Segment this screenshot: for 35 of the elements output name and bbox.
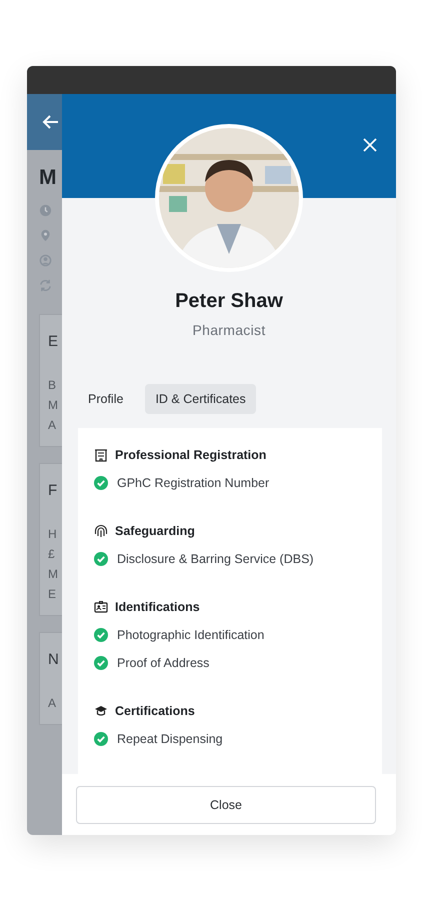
close-button[interactable]: Close xyxy=(76,786,376,824)
certificate-label: Photographic Identification xyxy=(117,628,264,642)
certificate-label: GPhC Registration Number xyxy=(117,476,270,490)
certificate-label: Disclosure & Barring Service (DBS) xyxy=(117,552,314,566)
card-heading: F xyxy=(48,481,58,501)
certificate-label: Proof of Address xyxy=(117,656,210,670)
graduation-cap-icon xyxy=(94,704,108,718)
user-circle-icon xyxy=(39,254,52,267)
card-text: E xyxy=(48,587,56,601)
card-text: B xyxy=(48,378,56,392)
close-icon[interactable] xyxy=(362,137,378,153)
section-title: Certifications xyxy=(115,704,195,718)
certificate-label: Repeat Dispensing xyxy=(117,732,223,746)
id-card-icon xyxy=(94,600,108,614)
card-text: M xyxy=(48,398,58,412)
card-text: A xyxy=(48,696,56,710)
profile-name: Peter Shaw xyxy=(175,290,283,313)
building-icon xyxy=(94,448,108,462)
page-title: M xyxy=(39,166,56,190)
location-pin-icon xyxy=(39,229,52,242)
tab[interactable]: ID & Certificates xyxy=(145,384,256,414)
section-title: Professional Registration xyxy=(115,448,266,462)
card-text: M xyxy=(48,567,58,581)
card-text: A xyxy=(48,418,56,432)
clock-icon xyxy=(39,204,52,217)
card-text: £ xyxy=(48,547,55,561)
profile-role: Pharmacist xyxy=(192,322,266,338)
card-heading: E xyxy=(48,332,58,352)
section-title: Identifications xyxy=(115,600,200,614)
section-title: Safeguarding xyxy=(115,524,195,538)
tab[interactable]: Profile xyxy=(78,384,134,414)
card-text: H xyxy=(48,527,57,541)
refresh-icon xyxy=(39,279,52,292)
fingerprint-icon xyxy=(94,524,108,538)
card-heading: N xyxy=(48,650,59,670)
